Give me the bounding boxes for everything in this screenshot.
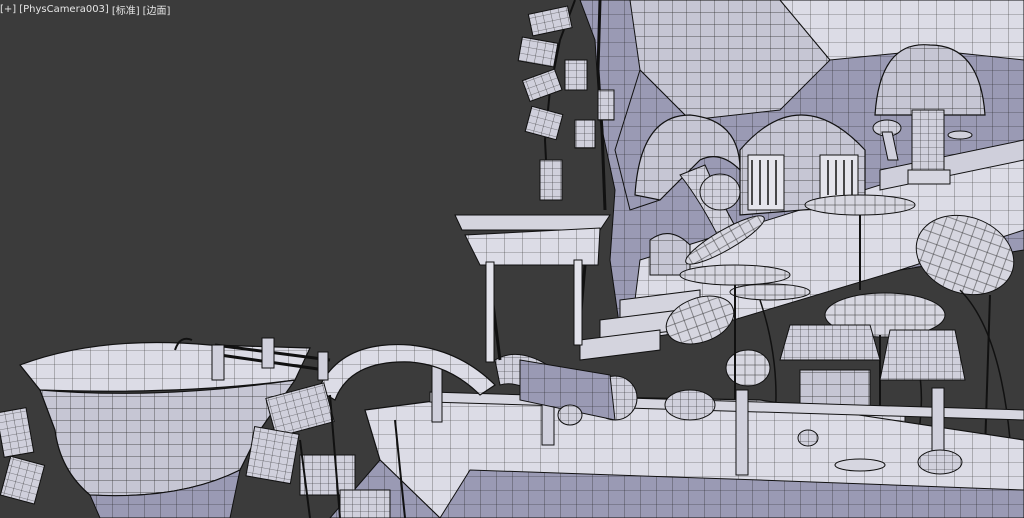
- viewport-menu-button[interactable]: [+]: [0, 4, 16, 15]
- 3d-viewport[interactable]: [+] [PhysCamera003] [标准] [边面]: [0, 0, 1024, 518]
- viewport-camera-label[interactable]: [PhysCamera003]: [19, 4, 109, 15]
- viewport-label-bar: [+] [PhysCamera003] [标准] [边面]: [0, 2, 171, 17]
- viewport-shading-label[interactable]: [标准]: [112, 2, 140, 17]
- wireframe-scene[interactable]: [0, 0, 1024, 518]
- viewport-display-label[interactable]: [边面]: [143, 2, 171, 17]
- hanging-leaves: [517, 0, 615, 211]
